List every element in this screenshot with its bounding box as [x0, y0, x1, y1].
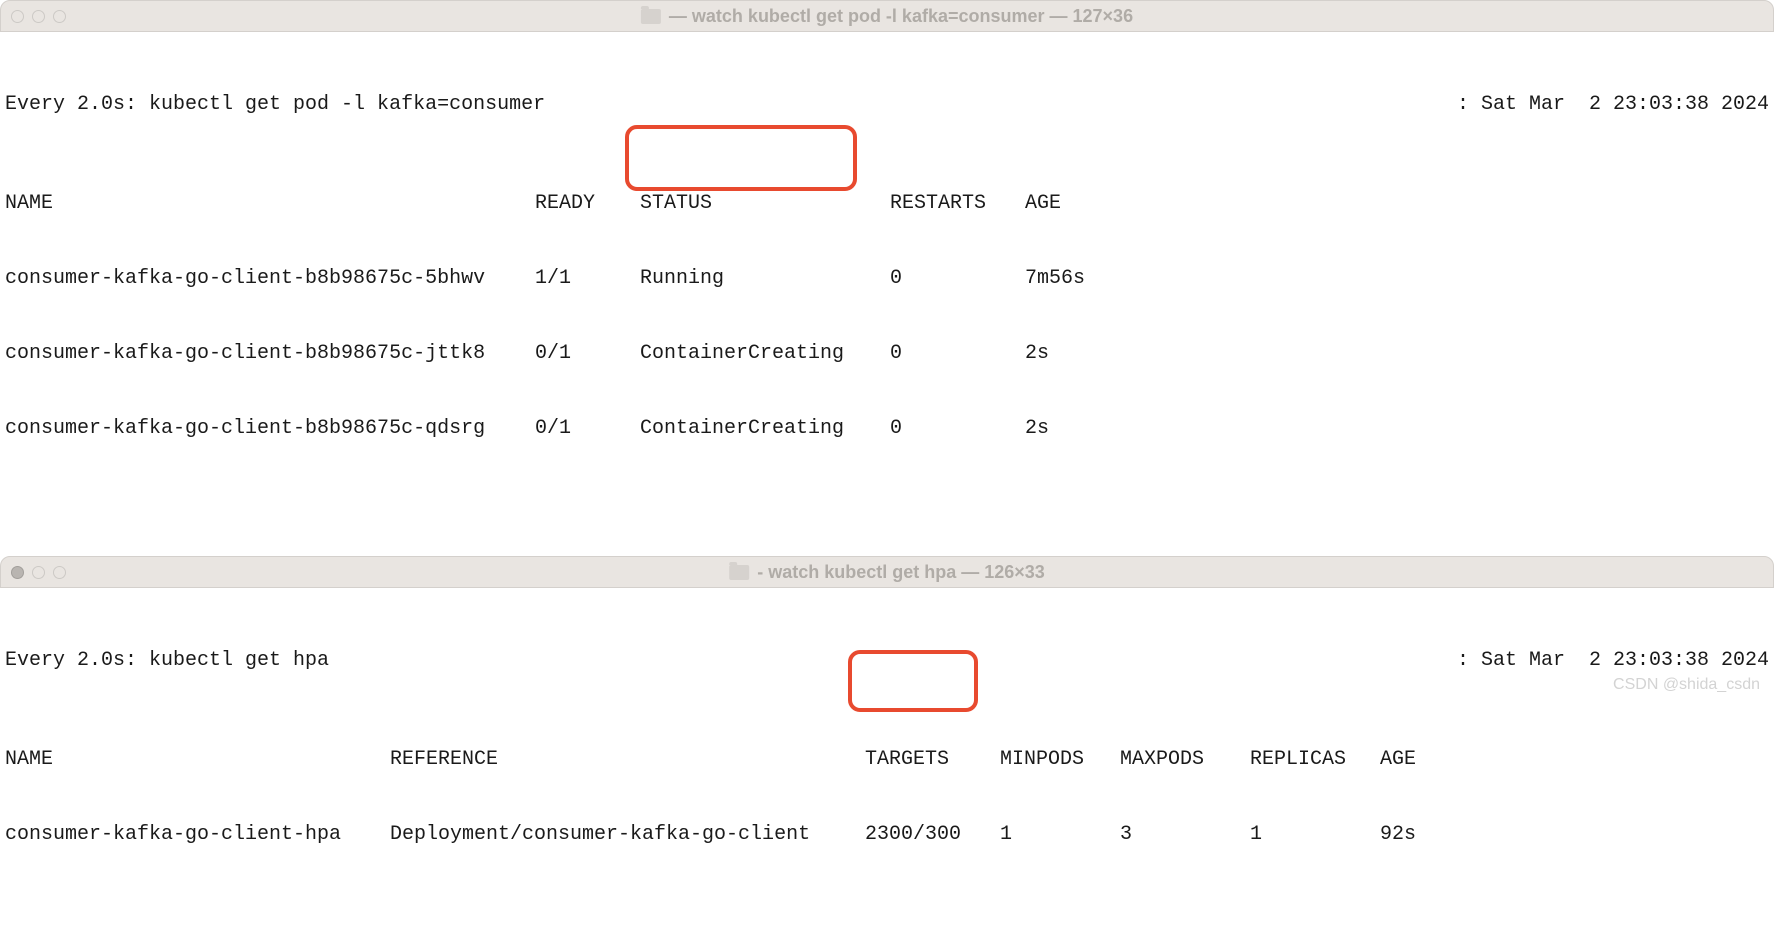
close-button[interactable] [11, 10, 24, 23]
cell-minpods: 1 [1000, 822, 1120, 847]
close-button[interactable] [11, 566, 24, 579]
cell-name: consumer-kafka-go-client-hpa [5, 822, 390, 847]
table-row: consumer-kafka-go-client-b8b98675c-5bhwv… [5, 266, 1769, 291]
col-name-header: NAME [5, 747, 390, 772]
cell-age: 7m56s [1025, 266, 1085, 291]
terminal-window-pods: — watch kubectl get pod -l kafka=consume… [0, 0, 1774, 526]
folder-icon [641, 9, 661, 24]
traffic-lights [11, 566, 66, 579]
cell-name: consumer-kafka-go-client-b8b98675c-qdsrg [5, 416, 535, 441]
maximize-button[interactable] [53, 566, 66, 579]
cell-ready: 0/1 [535, 416, 640, 441]
table-row: consumer-kafka-go-client-hpaDeployment/c… [5, 822, 1769, 847]
minimize-button[interactable] [32, 10, 45, 23]
watch-command: Every 2.0s: kubectl get hpa [5, 648, 329, 673]
cell-status: Running [640, 266, 890, 291]
minimize-button[interactable] [32, 566, 45, 579]
watermark: CSDN @shida_csdn [1613, 676, 1760, 694]
col-maxpods-header: MAXPODS [1120, 747, 1250, 772]
cell-targets: 2300/300 [865, 822, 1000, 847]
watch-command: Every 2.0s: kubectl get pod -l kafka=con… [5, 92, 545, 117]
title-label: - watch kubectl get hpa — 126×33 [757, 562, 1045, 583]
cell-ready: 0/1 [535, 341, 640, 366]
cell-restarts: 0 [890, 266, 1025, 291]
cell-status: ContainerCreating [640, 416, 890, 441]
cell-maxpods: 3 [1120, 822, 1250, 847]
watch-timestamp: : Sat Mar 2 23:03:38 2024 [1457, 648, 1769, 673]
cell-age: 2s [1025, 416, 1049, 441]
col-status-header: STATUS [640, 191, 890, 216]
cell-status: ContainerCreating [640, 341, 890, 366]
cell-replicas: 1 [1250, 822, 1380, 847]
terminal-output[interactable]: Every 2.0s: kubectl get hpa : Sat Mar 2 … [0, 588, 1774, 932]
terminal-window-hpa: - watch kubectl get hpa — 126×33 Every 2… [0, 556, 1774, 932]
watch-info-line: Every 2.0s: kubectl get hpa : Sat Mar 2 … [5, 648, 1769, 673]
col-age-header: AGE [1380, 747, 1416, 772]
terminal-output[interactable]: Every 2.0s: kubectl get pod -l kafka=con… [0, 32, 1774, 526]
col-ready-header: READY [535, 191, 640, 216]
titlebar[interactable]: — watch kubectl get pod -l kafka=consume… [0, 0, 1774, 32]
col-age-header: AGE [1025, 191, 1061, 216]
table-header-row: NAMEREFERENCETARGETSMINPODSMAXPODSREPLIC… [5, 747, 1769, 772]
cell-age: 2s [1025, 341, 1049, 366]
col-minpods-header: MINPODS [1000, 747, 1120, 772]
table-row: consumer-kafka-go-client-b8b98675c-qdsrg… [5, 416, 1769, 441]
cell-name: consumer-kafka-go-client-b8b98675c-5bhwv [5, 266, 535, 291]
cell-age: 92s [1380, 822, 1416, 847]
window-title: — watch kubectl get pod -l kafka=consume… [641, 6, 1133, 27]
col-targets-header: TARGETS [865, 747, 1000, 772]
col-replicas-header: REPLICAS [1250, 747, 1380, 772]
titlebar[interactable]: - watch kubectl get hpa — 126×33 [0, 556, 1774, 588]
table-header-row: NAMEREADYSTATUSRESTARTSAGE [5, 191, 1769, 216]
cell-ready: 1/1 [535, 266, 640, 291]
table-row: consumer-kafka-go-client-b8b98675c-jttk8… [5, 341, 1769, 366]
title-label: — watch kubectl get pod -l kafka=consume… [669, 6, 1133, 27]
watch-timestamp: : Sat Mar 2 23:03:38 2024 [1457, 92, 1769, 117]
cell-name: consumer-kafka-go-client-b8b98675c-jttk8 [5, 341, 535, 366]
cell-reference: Deployment/consumer-kafka-go-client [390, 822, 865, 847]
folder-icon [729, 565, 749, 580]
traffic-lights [11, 10, 66, 23]
maximize-button[interactable] [53, 10, 66, 23]
col-restarts-header: RESTARTS [890, 191, 1025, 216]
window-title: - watch kubectl get hpa — 126×33 [729, 562, 1045, 583]
cell-restarts: 0 [890, 416, 1025, 441]
col-reference-header: REFERENCE [390, 747, 865, 772]
col-name-header: NAME [5, 191, 535, 216]
highlight-status [625, 125, 857, 191]
cell-restarts: 0 [890, 341, 1025, 366]
watch-info-line: Every 2.0s: kubectl get pod -l kafka=con… [5, 92, 1769, 117]
